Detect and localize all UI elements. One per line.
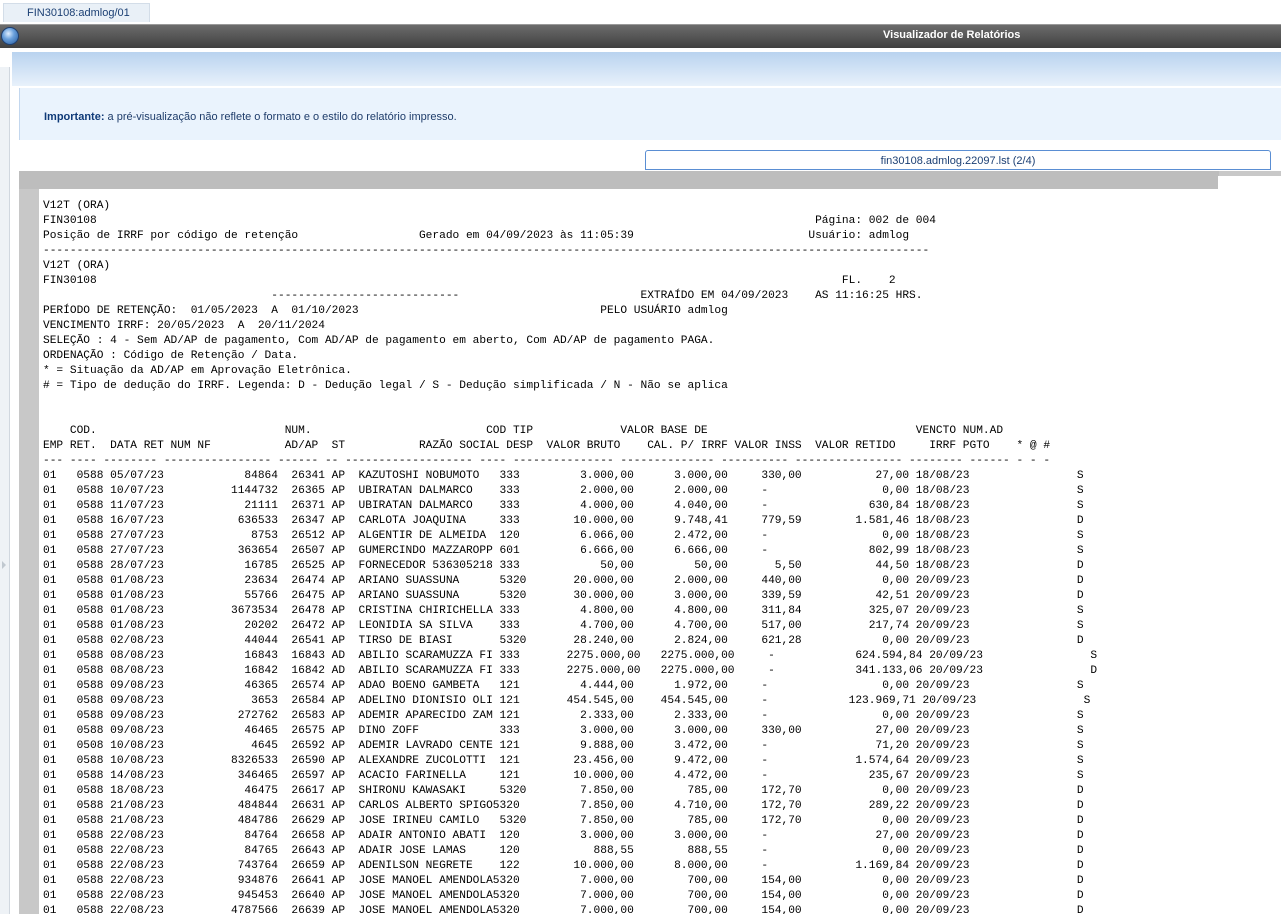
report-data-row: 01 0588 09/08/23 3653 26584 AP ADELINO D… — [43, 695, 1091, 707]
report-data-row: 01 0588 21/08/23 484786 26629 AP JOSE IR… — [43, 815, 1084, 827]
report-header-line: ORDENAÇÃO : Código de Retenção / Data. — [43, 350, 299, 362]
report-data-row: 01 0588 21/08/23 484844 26631 AP CARLOS … — [43, 800, 1084, 812]
report-data-row: 01 0588 22/08/23 743764 26659 AP ADENILS… — [43, 860, 1084, 872]
report-header-line: * = Situação da AD/AP em Aprovação Eletr… — [43, 365, 352, 377]
report-header-line: EMP RET. DATA RET NUM NF AD/AP ST RAZÃO … — [43, 440, 1051, 452]
report-data-row: 01 0588 09/08/23 272762 26583 AP ADEMIR … — [43, 710, 1084, 722]
report-header-line: SELEÇÃO : 4 - Sem AD/AP de pagamento, Co… — [43, 335, 715, 347]
report-data-row: 01 0588 09/08/23 46365 26574 AP ADAO BOE… — [43, 680, 1084, 692]
report-header-line: --- ---- -------- ---------------- -----… — [43, 455, 1051, 467]
report-text: V12T (ORA) FIN30108 Página: 002 de 004 P… — [43, 199, 1097, 914]
report-page: V12T (ORA) FIN30108 Página: 002 de 004 P… — [39, 189, 1281, 914]
report-data-row: 01 0588 14/08/23 346465 26597 AP ACACIO … — [43, 770, 1084, 782]
report-viewer: V12T (ORA) FIN30108 Página: 002 de 004 P… — [19, 171, 1281, 914]
report-header-line: COD. NUM. COD TIP VALOR BASE DE VENCTO N… — [43, 425, 1004, 437]
report-data-row: 01 0588 11/07/23 21111 26371 AP UBIRATAN… — [43, 500, 1084, 512]
report-data-row: 01 0588 27/07/23 363654 26507 AP GUMERCI… — [43, 545, 1084, 557]
report-data-row: 01 0588 22/08/23 945453 26640 AP JOSE MA… — [43, 890, 1084, 902]
report-data-row: 01 0588 18/08/23 46475 26617 AP SHIRONU … — [43, 785, 1084, 797]
report-data-row: 01 0588 22/08/23 934876 26641 AP JOSE MA… — [43, 875, 1084, 887]
viewer-top-white — [1218, 176, 1281, 190]
report-data-row: 01 0588 16/07/23 636533 26347 AP CARLOTA… — [43, 515, 1084, 527]
report-header-line: V12T (ORA) — [43, 260, 111, 272]
window-title-bar: Visualizador de Relatórios — [0, 24, 1281, 48]
report-header-line: V12T (ORA) — [43, 200, 111, 212]
report-header-line: FIN30108 FL. 2 — [43, 275, 896, 287]
notice-panel: Importante: a pré-visualização não refle… — [19, 88, 1281, 140]
tab-fin30108[interactable]: FIN30108:admlog/01 — [3, 3, 150, 22]
viewer-top-strip — [19, 171, 1219, 189]
report-data-row: 01 0588 01/08/23 23634 26474 AP ARIANO S… — [43, 575, 1084, 587]
report-data-row: 01 0588 10/08/23 8326533 26590 AP ALEXAN… — [43, 755, 1084, 767]
report-data-row: 01 0588 10/07/23 1144732 26365 AP UBIRAT… — [43, 485, 1084, 497]
left-gutter[interactable] — [0, 67, 10, 914]
report-data-row: 01 0588 01/08/23 20202 26472 AP LEONIDIA… — [43, 620, 1084, 632]
report-data-row: 01 0588 27/07/23 8753 26512 AP ALGENTIR … — [43, 530, 1084, 542]
report-data-row: 01 0588 22/08/23 4787566 26639 AP JOSE M… — [43, 905, 1084, 914]
report-data-row: 01 0508 10/08/23 4645 26592 AP ADEMIR LA… — [43, 740, 1084, 752]
report-data-row: 01 0588 08/08/23 16842 16842 AD ABILIO S… — [43, 665, 1098, 677]
notice-message: a pré-visualização não reflete o formato… — [104, 111, 457, 123]
app-globe-icon[interactable] — [1, 27, 19, 45]
report-data-row: 01 0588 22/08/23 84764 26658 AP ADAIR AN… — [43, 830, 1084, 842]
report-header-line: PERÍODO DE RETENÇÃO: 01/05/2023 A 01/10/… — [43, 305, 728, 317]
expand-arrow-icon[interactable] — [2, 561, 6, 569]
notice-bold: Importante: — [44, 111, 105, 123]
report-header-line: VENCIMENTO IRRF: 20/05/2023 A 20/11/2024 — [43, 320, 325, 332]
report-header-line: FIN30108 Página: 002 de 004 — [43, 215, 936, 227]
report-data-row: 01 0588 22/08/23 84765 26643 AP ADAIR JO… — [43, 845, 1084, 857]
report-data-row: 01 0588 28/07/23 16785 26525 AP FORNECED… — [43, 560, 1084, 572]
file-tab[interactable]: fin30108.admlog.22097.lst (2/4) — [645, 150, 1271, 170]
report-header-line: # = Tipo de dedução do IRRF. Legenda: D … — [43, 380, 728, 392]
report-header-line: ----------------------------------------… — [43, 245, 930, 257]
report-data-row: 01 0588 01/08/23 3673534 26478 AP CRISTI… — [43, 605, 1084, 617]
window-title: Visualizador de Relatórios — [883, 29, 1021, 41]
report-data-row: 01 0588 05/07/23 84864 26341 AP KAZUTOSH… — [43, 470, 1084, 482]
report-data-row: 01 0588 09/08/23 46465 26575 AP DINO ZOF… — [43, 725, 1084, 737]
report-data-row: 01 0588 01/08/23 55766 26475 AP ARIANO S… — [43, 590, 1084, 602]
tab-bar: FIN30108:admlog/01 — [0, 0, 1281, 22]
report-header-line: Posição de IRRF por código de retenção G… — [43, 230, 910, 242]
report-data-row: 01 0588 08/08/23 16843 16843 AD ABILIO S… — [43, 650, 1098, 662]
notice-text: Importante: a pré-visualização não refle… — [44, 111, 457, 123]
header-band — [12, 52, 1281, 86]
report-header-line: ---------------------------- EXTRAÍDO EM… — [43, 290, 923, 302]
report-data-row: 01 0588 02/08/23 44044 26541 AP TIRSO DE… — [43, 635, 1084, 647]
